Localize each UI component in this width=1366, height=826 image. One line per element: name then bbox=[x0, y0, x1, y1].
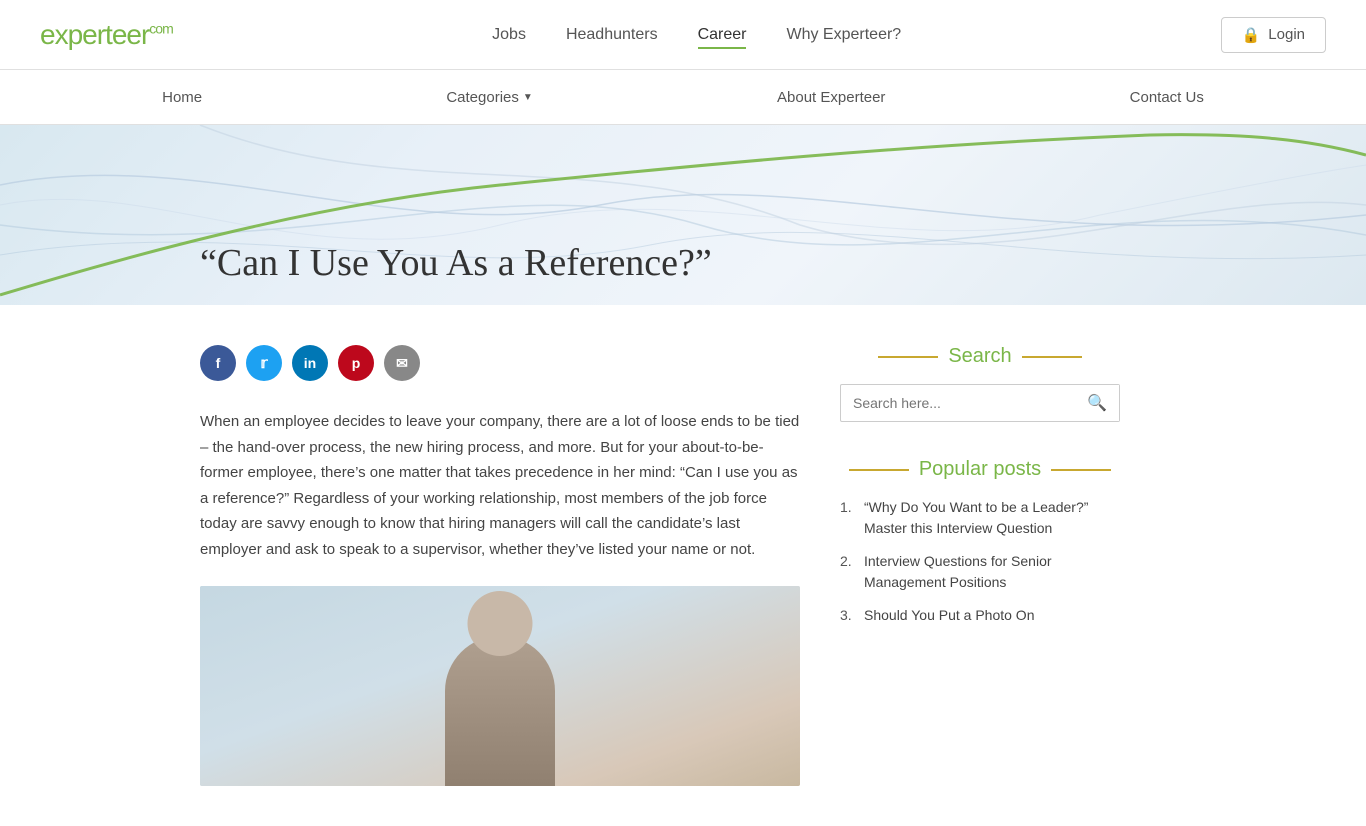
lock-icon: 🔒 bbox=[1242, 26, 1261, 44]
hero-banner: “Can I Use You As a Reference?” bbox=[0, 125, 1366, 305]
post-link-1[interactable]: “Why Do You Want to be a Leader?” Master… bbox=[864, 497, 1120, 539]
popular-posts-title-text: Popular posts bbox=[919, 458, 1041, 481]
page-title: “Can I Use You As a Reference?” bbox=[200, 241, 712, 285]
search-input[interactable] bbox=[841, 387, 1075, 419]
nav-item-why[interactable]: Why Experteer? bbox=[786, 26, 901, 44]
list-item: 1. “Why Do You Want to be a Leader?” Mas… bbox=[840, 497, 1120, 539]
linkedin-share-button[interactable]: in bbox=[292, 345, 328, 381]
list-item: 3. Should You Put a Photo On bbox=[840, 605, 1120, 626]
top-nav: experteercom Jobs Headhunters Career Why… bbox=[0, 0, 1366, 70]
twitter-share-button[interactable]: 𝕣 bbox=[246, 345, 282, 381]
twitter-icon: 𝕣 bbox=[260, 354, 267, 372]
article-body-text: When an employee decides to leave your c… bbox=[200, 409, 800, 562]
nav-item-headhunters[interactable]: Headhunters bbox=[566, 26, 658, 44]
nav-link-why[interactable]: Why Experteer? bbox=[786, 26, 901, 43]
search-box: 🔍 bbox=[840, 384, 1120, 422]
email-share-button[interactable]: ✉ bbox=[384, 345, 420, 381]
sec-nav-contact[interactable]: Contact Us bbox=[1130, 89, 1204, 106]
post-link-2[interactable]: Interview Questions for Senior Managemen… bbox=[864, 551, 1120, 593]
search-title-text: Search bbox=[948, 345, 1011, 368]
post-number-3: 3. bbox=[840, 605, 856, 626]
sec-nav-home[interactable]: Home bbox=[162, 89, 202, 106]
list-item: 2. Interview Questions for Senior Manage… bbox=[840, 551, 1120, 593]
nav-link-headhunters[interactable]: Headhunters bbox=[566, 26, 658, 43]
facebook-icon: f bbox=[216, 355, 221, 371]
nav-link-jobs[interactable]: Jobs bbox=[492, 26, 526, 43]
pinterest-icon: p bbox=[352, 355, 361, 371]
popular-posts-title: Popular posts bbox=[840, 458, 1120, 481]
sidebar: Search 🔍 Popular posts 1. “Why Do You Wa… bbox=[840, 345, 1120, 786]
nav-item-jobs[interactable]: Jobs bbox=[492, 26, 526, 44]
email-icon: ✉ bbox=[396, 355, 408, 372]
chevron-down-icon: ▼ bbox=[523, 92, 533, 103]
secondary-nav: Home Categories ▼ About Experteer Contac… bbox=[0, 70, 1366, 125]
article: f 𝕣 in p ✉ When an employee decides to l… bbox=[200, 345, 800, 786]
article-image bbox=[200, 586, 800, 786]
pinterest-share-button[interactable]: p bbox=[338, 345, 374, 381]
logo-sup: com bbox=[149, 20, 172, 36]
search-section: Search 🔍 bbox=[840, 345, 1120, 422]
post-link-3[interactable]: Should You Put a Photo On bbox=[864, 605, 1034, 626]
login-button[interactable]: 🔒 Login bbox=[1221, 17, 1326, 53]
categories-label: Categories bbox=[446, 89, 519, 106]
nav-link-career[interactable]: Career bbox=[698, 26, 747, 49]
search-button[interactable]: 🔍 bbox=[1075, 385, 1119, 421]
main-nav-list: Jobs Headhunters Career Why Experteer? bbox=[492, 26, 901, 44]
logo[interactable]: experteercom bbox=[40, 19, 173, 51]
nav-item-career[interactable]: Career bbox=[698, 26, 747, 44]
post-number-1: 1. bbox=[840, 497, 856, 518]
popular-posts-section: Popular posts 1. “Why Do You Want to be … bbox=[840, 458, 1120, 626]
linkedin-icon: in bbox=[304, 355, 316, 371]
login-label: Login bbox=[1268, 26, 1305, 43]
main-content: f 𝕣 in p ✉ When an employee decides to l… bbox=[0, 305, 1366, 826]
logo-main: experteer bbox=[40, 19, 149, 50]
social-share-bar: f 𝕣 in p ✉ bbox=[200, 345, 800, 381]
sec-nav-categories[interactable]: Categories ▼ bbox=[446, 89, 532, 106]
popular-posts-list: 1. “Why Do You Want to be a Leader?” Mas… bbox=[840, 497, 1120, 626]
post-number-2: 2. bbox=[840, 551, 856, 572]
facebook-share-button[interactable]: f bbox=[200, 345, 236, 381]
search-section-title: Search bbox=[840, 345, 1120, 368]
search-icon: 🔍 bbox=[1087, 395, 1107, 412]
sec-nav-about[interactable]: About Experteer bbox=[777, 89, 885, 106]
